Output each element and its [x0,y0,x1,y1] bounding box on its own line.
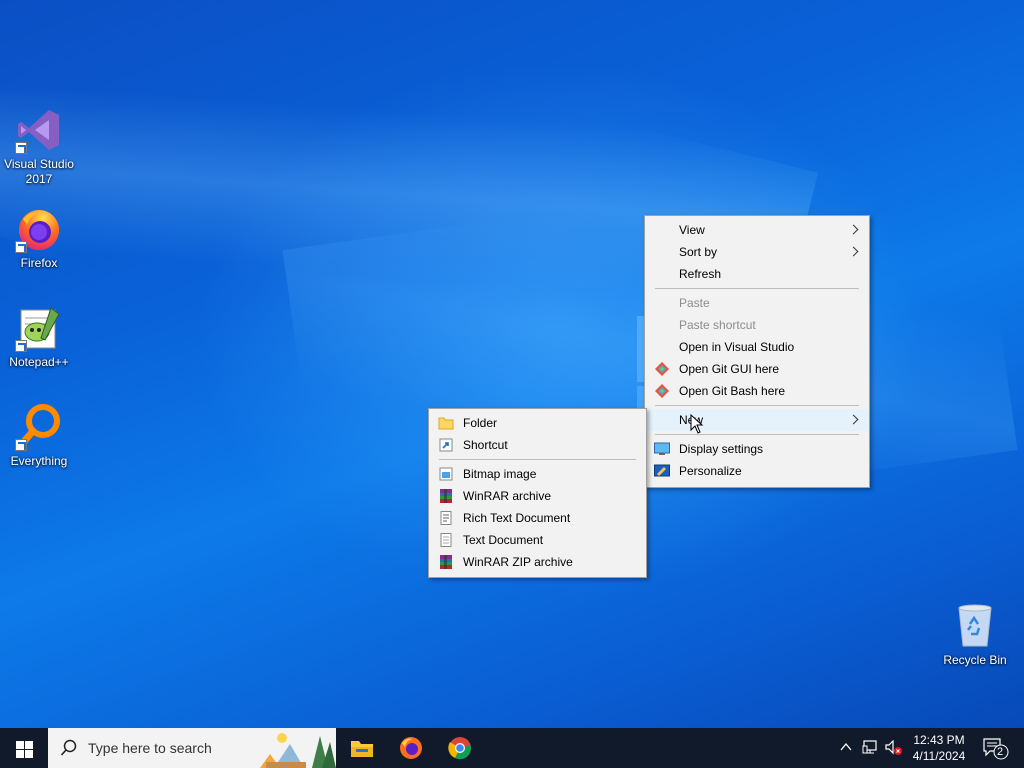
taskbar-search-box[interactable]: Type here to search [48,728,336,768]
shortcut-overlay-icon [15,340,27,352]
desktop-icon-visual-studio[interactable]: Visual Studio 2017 [1,106,77,187]
menu-separator [655,405,859,406]
menu-item-label: Open Git Bash here [679,384,786,398]
submenu-item-rich-text-document[interactable]: Rich Text Document [429,507,646,529]
winrar-icon [440,489,452,503]
desktop-icon-label: Recycle Bin [943,653,1007,667]
menu-separator [655,288,859,289]
menu-item-label: Paste shortcut [679,318,756,332]
menu-item-display-settings[interactable]: Display settings [645,438,869,460]
personalize-icon [654,464,670,477]
display-icon [654,442,670,455]
recycle-bin-icon [958,604,992,647]
file-explorer-icon [351,741,373,757]
menu-separator [655,434,859,435]
notification-icon [983,738,1009,760]
menu-item-label: Personalize [679,464,742,478]
desktop-icon-label: Firefox [20,256,58,270]
clock-date: 4/11/2024 [912,749,966,763]
action-center-button[interactable]: 2 [980,736,1010,760]
volume-muted-icon[interactable] [884,740,904,756]
menu-item-label: Open Git GUI here [679,362,780,376]
winrar-zip-icon [440,555,452,569]
shortcut-overlay-icon [15,142,27,154]
shortcut-icon [439,438,453,452]
search-placeholder: Type here to search [88,740,212,756]
submenu-item-winrar-archive[interactable]: WinRAR archive [429,485,646,507]
desktop[interactable]: Visual Studio 2017 Firefox Notepad++ Eve… [0,0,1024,728]
firefox-icon [400,737,422,759]
menu-item-label: Sort by [679,245,718,259]
rtf-document-icon [440,511,452,525]
menu-item-label: Bitmap image [463,467,537,481]
menu-item-label: Folder [463,416,498,430]
git-icon [655,362,669,376]
desktop-icon-label: Notepad++ [9,355,69,369]
menu-item-label: WinRAR archive [463,489,552,503]
menu-item-label: Rich Text Document [463,511,571,525]
menu-item-label: Shortcut [463,438,508,452]
menu-item-open-git-bash[interactable]: Open Git Bash here [645,380,869,402]
new-submenu: Folder Shortcut Bitmap image WinRAR arch… [428,408,647,578]
submenu-item-bitmap-image[interactable]: Bitmap image [429,463,646,485]
menu-item-open-in-visual-studio[interactable]: Open in Visual Studio [645,336,869,358]
chevron-right-icon [848,246,859,257]
menu-item-new[interactable]: New [645,409,869,431]
taskbar-file-explorer[interactable] [338,728,386,768]
desktop-context-menu: View Sort by Refresh Paste Paste shortcu… [644,215,870,488]
desktop-icon-firefox[interactable]: Firefox [1,205,77,271]
shortcut-overlay-icon [15,241,27,253]
submenu-item-folder[interactable]: Folder [429,412,646,434]
submenu-item-shortcut[interactable]: Shortcut [429,434,646,456]
search-highlight-scene-icon [256,728,336,768]
menu-item-label: WinRAR ZIP archive [463,555,573,569]
desktop-icon-recycle-bin[interactable]: Recycle Bin [937,602,1013,668]
taskbar: Type here to search 12:43 PM 4/11/2024 2 [0,728,1024,768]
shortcut-overlay-icon [15,439,27,451]
menu-item-label: Display settings [679,442,764,456]
text-document-icon [440,533,452,547]
chevron-up-icon[interactable] [840,742,852,752]
menu-item-label: Open in Visual Studio [679,340,795,354]
submenu-item-text-document[interactable]: Text Document [429,529,646,551]
git-icon [655,384,669,398]
taskbar-clock[interactable]: 12:43 PM 4/11/2024 [905,732,973,764]
menu-item-personalize[interactable]: Personalize [645,460,869,482]
search-icon [60,739,77,756]
chrome-icon [448,737,471,760]
menu-item-label: Paste [679,296,710,310]
folder-icon [438,417,454,430]
menu-item-label: Refresh [679,267,722,281]
chevron-right-icon [848,414,859,425]
desktop-icon-everything[interactable]: Everything [1,403,77,469]
menu-item-refresh[interactable]: Refresh [645,263,869,285]
desktop-icon-label: Everything [10,454,68,468]
clock-time: 12:43 PM [913,733,965,747]
mouse-cursor-icon [690,414,704,434]
taskbar-firefox[interactable] [387,728,435,768]
menu-item-open-git-gui[interactable]: Open Git GUI here [645,358,869,380]
network-icon[interactable] [862,740,880,756]
chevron-right-icon [848,224,859,235]
bitmap-icon [439,467,453,481]
windows-logo-icon [16,741,33,758]
desktop-icon-label: Visual Studio 2017 [4,157,74,186]
start-button[interactable] [0,728,48,768]
submenu-item-winrar-zip-archive[interactable]: WinRAR ZIP archive [429,551,646,573]
taskbar-chrome[interactable] [436,728,484,768]
menu-item-label: Text Document [463,533,544,547]
desktop-icon-notepadpp[interactable]: Notepad++ [1,304,77,370]
menu-item-paste-shortcut: Paste shortcut [645,314,869,336]
menu-item-paste: Paste [645,292,869,314]
menu-item-view[interactable]: View [645,219,869,241]
notification-count: 2 [997,746,1004,758]
menu-item-label: View [679,223,705,237]
menu-separator [439,459,636,460]
menu-item-sort-by[interactable]: Sort by [645,241,869,263]
